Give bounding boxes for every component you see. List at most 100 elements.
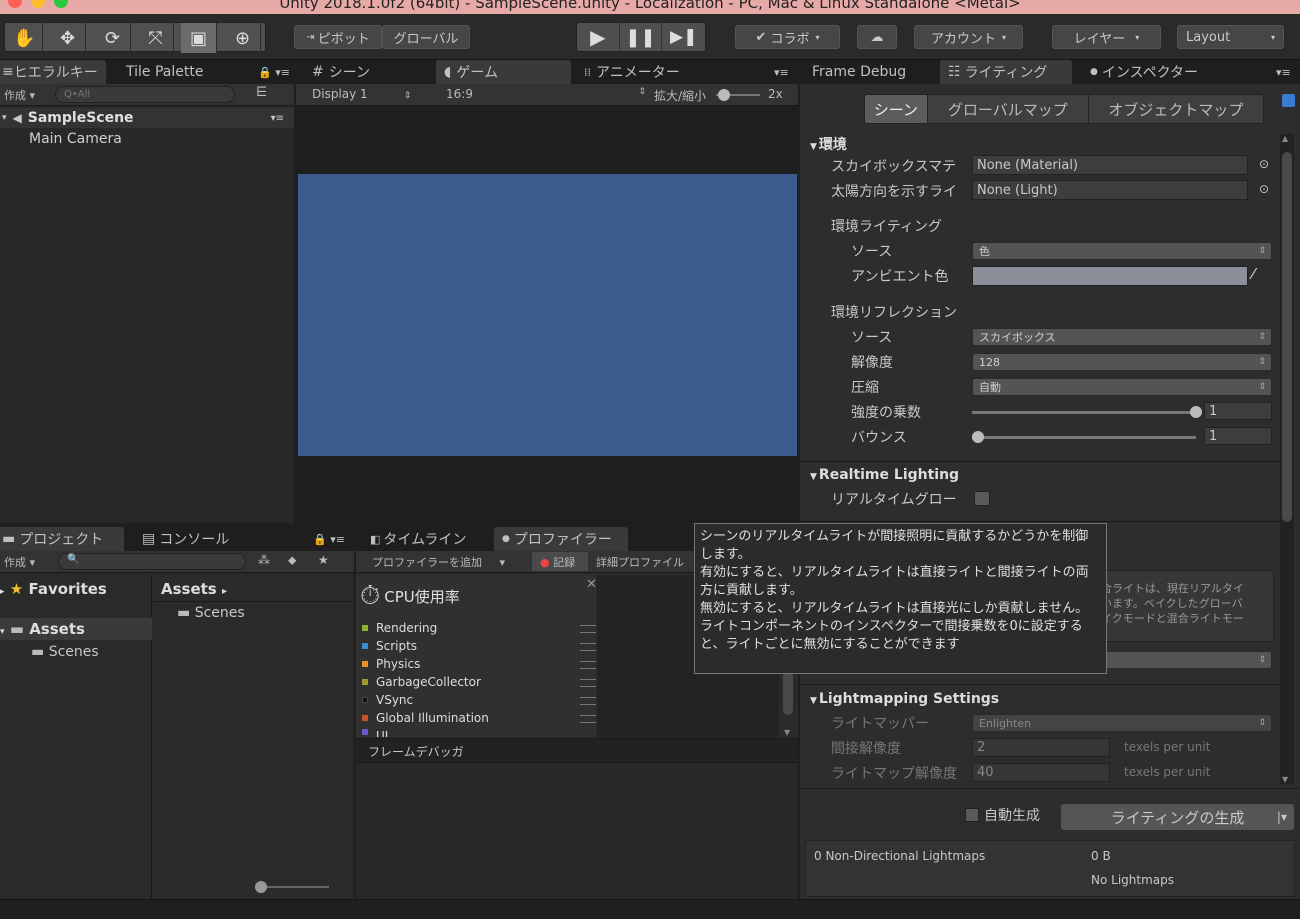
tab-inspector[interactable]: ● インスペクター [1082,60,1206,84]
scrollbar-thumb[interactable] [1282,152,1292,522]
indirect-res-field[interactable]: 2 [972,738,1110,757]
slider-thumb[interactable] [1190,406,1202,418]
drag-handle-icon[interactable] [580,679,596,687]
scene-row[interactable]: ▾ ◀ SampleScene ▾≡ [0,108,294,128]
vertical-scrollbar[interactable]: ▲ ▼ [1280,134,1294,784]
auto-generate-checkbox[interactable] [965,808,979,822]
scale-icon[interactable]: ⤧ [138,23,174,53]
object-picker-icon[interactable]: ⊙ [1259,157,1269,171]
create-dropdown[interactable]: 作成 ▾ [4,554,35,570]
sun-field[interactable]: None (Light) [972,180,1248,200]
global-toggle[interactable]: グローバル [382,25,470,49]
drag-handle-icon[interactable] [580,643,596,651]
scale-slider[interactable] [716,89,760,101]
drag-handle-icon[interactable] [580,625,596,633]
tab-animator[interactable]: ⁞⁞ アニメーター [576,60,688,84]
favorite-star-icon[interactable]: ★ [318,553,329,567]
skybox-field[interactable]: None (Material) [972,155,1248,175]
close-icon[interactable]: ✕ [586,577,597,592]
tab-project[interactable]: ▬ プロジェクト [0,527,124,551]
legend-rendering[interactable]: Rendering [362,621,437,635]
project-search-input[interactable]: 🔍 [58,553,246,570]
subtab-scene[interactable]: シーン [865,95,927,123]
legend-physics[interactable]: Physics [362,657,420,671]
realtime-header[interactable]: ▼ Realtime Lighting [810,467,959,483]
scroll-down-icon[interactable]: ▼ [1282,775,1288,784]
add-profiler-dropdown[interactable]: プロファイラーを追加 ▾ [372,554,505,570]
cloud-button[interactable]: ☁ [857,25,897,49]
tab-game[interactable]: ◖ ゲーム [436,60,571,84]
tab-scene[interactable]: # シーン [304,60,378,84]
bounce-slider[interactable] [972,431,1196,443]
drag-handle-icon[interactable] [580,661,596,669]
display-dropdown[interactable]: Display 1 ⇕ [312,87,411,101]
environment-header[interactable]: ▼ 環境 [810,134,847,154]
play-icon[interactable]: ▶ [577,23,620,51]
panel-menu-icon[interactable]: ▾≡ [766,60,797,84]
resolution-dropdown[interactable]: 128 ⇕ [972,353,1272,371]
legend-garbagecollector[interactable]: GarbageCollector [362,675,481,689]
tab-profiler[interactable]: ● プロファイラー [494,527,628,551]
cpu-module-header[interactable]: ⏱ CPU使用率 [360,581,460,612]
filter-label-icon[interactable]: ⬥ [288,553,296,568]
tab-frame-debug[interactable]: Frame Debug [804,60,914,84]
drag-handle-icon[interactable] [580,715,596,723]
asset-item[interactable]: ▬ Scenes [177,605,245,621]
hierarchy-search-input[interactable] [55,86,235,103]
refl-source-dropdown[interactable]: スカイボックス ⇕ [972,328,1272,346]
compression-dropdown[interactable]: 自動 ⇕ [972,378,1272,396]
ambient-color-swatch[interactable] [972,266,1248,286]
filter-type-icon[interactable]: ⁂ [258,553,270,567]
scroll-up-icon[interactable]: ▲ [1282,134,1288,143]
deep-profile-toggle[interactable]: 詳細プロファイル [596,554,684,570]
hierarchy-item[interactable]: Main Camera [29,131,122,147]
lightmapper-dropdown[interactable]: Enlighten ⇕ [972,714,1272,732]
panel-menu-icon[interactable]: ▾≡ [1268,60,1299,84]
expand-icon[interactable]: ▾ [2,113,7,123]
favorites-item[interactable]: ▸ ★ Favorites [0,580,107,598]
lightmap-res-field[interactable]: 40 [972,763,1110,782]
rect-icon[interactable]: ▣ [181,23,217,53]
drag-handle-icon[interactable] [580,697,596,705]
panel-menu-icon[interactable]: 🔒 ▾≡ [305,527,353,551]
help-icon[interactable] [1282,94,1295,107]
create-dropdown[interactable]: 作成 ▾ [4,87,35,103]
layers-dropdown[interactable]: レイヤー ▾ [1052,25,1161,49]
tab-hierarchy[interactable]: ≡ ヒエラルキー [0,60,106,84]
tab-timeline[interactable]: ◧ タイムライン [362,527,474,551]
step-icon[interactable]: ▶❚ [662,23,705,51]
legend-scripts[interactable]: Scripts [362,639,417,653]
tab-lighting[interactable]: ☷ ライティング [940,60,1072,84]
legend-ui[interactable]: UI [362,729,388,737]
aspect-dropdown[interactable]: 16:9 ⇕ [446,87,646,101]
rotate-icon[interactable]: ⟳ [95,23,131,53]
scroll-down-icon[interactable]: ▼ [784,728,790,737]
scenes-item[interactable]: ▬ Scenes [31,644,99,660]
icon-size-slider[interactable] [255,881,329,893]
frame-debugger-tab[interactable]: フレームデバッガ [362,743,470,760]
mixed-mode-dropdown[interactable]: ⇕ [1100,651,1272,669]
pause-icon[interactable]: ❚❚ [620,23,663,51]
slider-thumb[interactable] [972,431,984,443]
transform-icon[interactable]: ⊕ [225,23,261,53]
record-toggle[interactable]: ● 記録 [532,552,588,571]
panel-menu-icon[interactable]: 🔒 ▾≡ [250,60,298,84]
layout-dropdown[interactable]: Layout ▾ [1177,25,1284,49]
move-icon[interactable]: ✥ [50,23,86,53]
pivot-toggle[interactable]: ⇥ ピボット [294,25,382,49]
eyedropper-icon[interactable]: ⁄ [1252,265,1255,283]
bounce-field[interactable]: 1 [1204,427,1272,445]
generate-lighting-button[interactable]: ライティングの生成 |▾ [1061,804,1294,830]
subtab-global-maps[interactable]: グローバルマップ [926,95,1088,123]
intensity-slider[interactable] [972,406,1202,418]
object-picker-icon[interactable]: ⊙ [1259,182,1269,196]
legend-vsync[interactable]: VSync [362,693,413,707]
hand-icon[interactable]: ✋ [7,23,43,53]
lightmapping-header[interactable]: ▼ Lightmapping Settings [810,691,999,707]
game-view[interactable] [298,174,797,456]
filter-icon[interactable]: ⋿ [256,85,267,100]
breadcrumb-assets[interactable]: Assets [161,580,217,598]
scene-menu-icon[interactable]: ▾≡ [271,113,284,124]
realtime-gi-checkbox[interactable] [974,491,990,506]
tab-console[interactable]: ▤ コンソール [134,527,237,551]
